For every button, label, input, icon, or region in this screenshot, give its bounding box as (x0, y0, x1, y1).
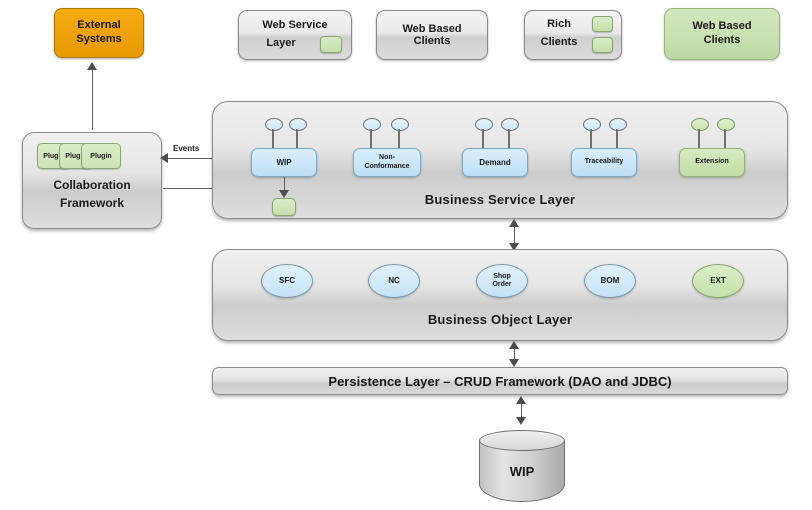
web-service-layer-box[interactable]: Web Service Layer (238, 10, 352, 60)
rich-clients-label-line1: Rich (547, 18, 571, 30)
business-object-label-sfc: SFC (279, 275, 295, 285)
web-service-layer-green-square-icon (320, 36, 342, 53)
architecture-diagram: External Systems Web Service Layer Web B… (0, 0, 812, 510)
web-based-clients-grey-label-line2: Clients (413, 35, 451, 47)
edge-framework-to-external (92, 70, 93, 130)
database-cylinder-top (479, 430, 565, 451)
database-wip[interactable]: WIP (479, 430, 565, 502)
edge-events-arrowhead (160, 153, 168, 163)
traceability-interface-icon-2 (609, 118, 627, 131)
business-object-layer[interactable]: SFC NC Shop Order BOM EXT Business Objec… (212, 249, 788, 341)
web-based-clients-grey-box[interactable]: Web Based Clients (376, 10, 488, 60)
business-object-label-nc: NC (388, 275, 400, 285)
web-based-clients-green-box[interactable]: Web Based Clients (664, 8, 780, 60)
collaboration-framework-title-line2: Framework (59, 196, 125, 210)
business-object-label-shop-order-line1: Shop (493, 273, 511, 281)
extension-interface-stem-1 (698, 129, 700, 149)
edge-framework-to-external-arrowhead (87, 62, 97, 70)
business-service-layer-title: Business Service Layer (424, 192, 576, 207)
business-object-layer-title: Business Object Layer (427, 312, 573, 327)
service-label-non-conformance-line2: Conformance (364, 162, 410, 170)
wip-interface-stem-1 (272, 129, 274, 149)
business-object-bom[interactable]: BOM (584, 264, 636, 298)
traceability-interface-icon-1 (583, 118, 601, 131)
extension-interface-icon-1 (691, 118, 709, 131)
business-object-sfc[interactable]: SFC (261, 264, 313, 298)
demand-interface-icon-2 (501, 118, 519, 131)
business-object-nc[interactable]: NC (368, 264, 420, 298)
business-object-label-shop-order-line2: Order (492, 281, 512, 288)
edge-bol-to-persistence-arrowhead-down (509, 359, 519, 367)
web-based-clients-green-label-line1: Web Based (692, 20, 752, 33)
external-systems-label-line2: Systems (76, 33, 122, 45)
service-label-demand: Demand (479, 157, 511, 167)
nonconformance-interface-stem-2 (398, 129, 400, 149)
service-label-traceability: Traceability (584, 158, 624, 166)
edge-bol-to-persistence-arrowhead-up (509, 341, 519, 349)
plugin-label-3: Plugin (90, 152, 112, 160)
external-systems-label-line1: External (77, 19, 121, 32)
database-label: WIP (509, 464, 535, 479)
nonconformance-interface-stem-1 (370, 129, 372, 149)
demand-interface-stem-2 (508, 129, 510, 149)
service-label-non-conformance-line1: Non- (379, 154, 395, 162)
plugin-box-3[interactable]: Plugin (81, 143, 121, 169)
business-object-ext[interactable]: EXT (692, 264, 744, 298)
service-box-non-conformance[interactable]: Non- Conformance (353, 148, 421, 177)
wip-interface-icon-1 (265, 118, 283, 131)
extension-interface-icon-2 (717, 118, 735, 131)
service-label-extension: Extension (695, 158, 729, 166)
collaboration-framework-box[interactable]: Plugin Plugin Plugin Collaboration Frame… (22, 132, 162, 229)
wip-interface-icon-2 (289, 118, 307, 131)
edge-bsl-to-bol-arrowhead-up (509, 219, 519, 227)
business-service-layer[interactable]: WIP Non- Conformance Demand Traceability… (212, 101, 788, 219)
service-box-traceability[interactable]: Traceability (571, 148, 637, 177)
traceability-interface-stem-2 (616, 129, 618, 149)
service-label-wip: WIP (276, 157, 292, 167)
business-object-label-ext: EXT (710, 275, 726, 285)
traceability-interface-stem-1 (590, 129, 592, 149)
business-object-label-bom: BOM (600, 275, 620, 285)
nonconformance-interface-icon-1 (363, 118, 381, 131)
rich-clients-label-line2: Clients (540, 36, 578, 48)
wip-interface-stem-2 (296, 129, 298, 149)
edge-events-line (166, 158, 216, 159)
demand-interface-stem-1 (482, 129, 484, 149)
web-service-layer-label-line2: Layer (266, 37, 296, 49)
external-systems-box[interactable]: External Systems (54, 8, 144, 58)
persistence-layer-title: Persistence Layer – CRUD Framework (DAO … (328, 373, 672, 389)
rich-clients-green-square-icon-2 (592, 37, 613, 53)
rich-clients-box[interactable]: Rich Clients (524, 10, 622, 60)
collaboration-framework-title-line1: Collaboration (53, 178, 131, 192)
demand-interface-icon-1 (475, 118, 493, 131)
web-based-clients-grey-label-line1: Web Based (402, 23, 462, 35)
business-object-shop-order[interactable]: Shop Order (476, 264, 528, 298)
web-service-layer-label-line1: Web Service (262, 19, 328, 31)
web-based-clients-green-label-line2: Clients (703, 34, 741, 46)
service-box-extension[interactable]: Extension (679, 148, 745, 177)
persistence-layer[interactable]: Persistence Layer – CRUD Framework (DAO … (212, 367, 788, 395)
edge-persistence-to-db-arrowhead-up (516, 396, 526, 404)
extension-interface-stem-2 (724, 129, 726, 149)
service-box-demand[interactable]: Demand (462, 148, 528, 177)
edge-persistence-to-db-arrowhead-down (516, 417, 526, 425)
nonconformance-interface-icon-2 (391, 118, 409, 131)
service-box-wip[interactable]: WIP (251, 148, 317, 177)
edge-framework-to-bsl-line (163, 188, 217, 189)
rich-clients-green-square-icon-1 (592, 16, 613, 32)
edge-events-label: Events (173, 144, 200, 153)
